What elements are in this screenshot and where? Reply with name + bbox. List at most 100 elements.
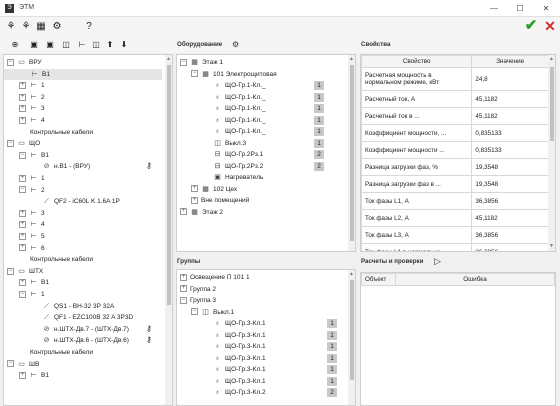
tree-item[interactable]: + ⊢ 1 xyxy=(4,80,162,91)
expand-icon[interactable]: + xyxy=(19,232,26,240)
scrollbar-thumb[interactable] xyxy=(350,280,354,380)
tree-item[interactable]: ⊘ н.В1 - (ВРУ) xyxy=(4,161,162,172)
expand-icon[interactable]: + xyxy=(191,196,198,204)
collapse-icon[interactable]: − xyxy=(7,360,14,368)
property-row[interactable]: Разница загрузки фаз в ... 19,3548 xyxy=(361,175,549,193)
confirm-check-icon[interactable]: ✔ xyxy=(524,18,538,33)
collapse-icon[interactable]: − xyxy=(19,151,26,159)
scroll-up-arrow-icon[interactable]: ▲ xyxy=(348,270,355,278)
tree-item[interactable]: ⊘ н.ШТХ-Дв.6 - (ШТХ-Дв.6) xyxy=(4,335,162,346)
collapse-icon[interactable]: − xyxy=(180,296,187,304)
property-column-header[interactable]: Свойство xyxy=(361,55,473,68)
tree-item[interactable]: + ⊢ 4 xyxy=(4,219,162,230)
move-up-icon[interactable]: ⬆ xyxy=(104,39,116,51)
equipment-scrollbar[interactable]: ▲ xyxy=(348,55,355,251)
scroll-up-arrow-icon[interactable]: ▲ xyxy=(348,55,355,63)
add-panel-icon[interactable]: ▣ xyxy=(28,39,40,51)
expand-icon[interactable]: + xyxy=(180,285,187,293)
expand-icon[interactable]: + xyxy=(19,221,26,229)
tree-item[interactable]: − ▭ ЩО xyxy=(4,138,162,149)
scrollbar-thumb[interactable] xyxy=(550,67,554,141)
tree-item[interactable]: + ⊢ 3 xyxy=(4,208,162,219)
tree-item[interactable]: + ⊢ 5 xyxy=(4,231,162,242)
tree-item[interactable]: ⟋ QF1 - EZC100B 32 A 3P3D xyxy=(4,312,162,323)
tree-item[interactable]: ⊢ В1 xyxy=(4,68,162,80)
property-value[interactable]: 45,1182 xyxy=(471,209,549,227)
expand-icon[interactable]: + xyxy=(19,371,26,379)
object-column-header[interactable]: Объект xyxy=(361,273,396,286)
collapse-icon[interactable]: − xyxy=(191,308,198,316)
collapse-icon[interactable]: − xyxy=(191,70,198,78)
tree-item[interactable]: + Вне помещений xyxy=(177,195,345,206)
collapse-icon[interactable]: − xyxy=(7,139,14,147)
tree-item[interactable]: + ⊢ В1 xyxy=(4,370,162,381)
expand-icon[interactable]: + xyxy=(19,116,26,124)
tree-item[interactable]: Контрольные кабели xyxy=(4,254,162,265)
property-row[interactable]: Ток фазы L2, А 45,1182 xyxy=(361,209,549,227)
add-feeder-icon[interactable]: ⊢ xyxy=(76,39,88,51)
tree-item[interactable]: + ⊢ 1 xyxy=(4,173,162,184)
property-row[interactable]: Расчетный ток, А 45,1182 xyxy=(361,90,549,108)
expand-icon[interactable]: + xyxy=(19,279,26,287)
collapse-icon[interactable]: − xyxy=(7,267,14,275)
tree-item[interactable]: ♁ ЩО-Гр.3-Кл.2 xyxy=(177,387,345,398)
properties-scrollbar[interactable]: ▲ ▼ xyxy=(548,55,555,251)
expand-icon[interactable]: + xyxy=(19,81,26,89)
add-section-icon[interactable]: ▣ xyxy=(44,39,56,51)
tree-item[interactable]: − ▭ ШТХ xyxy=(4,266,162,277)
property-value[interactable]: 19,3548 xyxy=(471,158,549,176)
tree-item[interactable]: Контрольные кабели xyxy=(4,347,162,358)
cancel-x-icon[interactable]: ✕ xyxy=(543,19,557,33)
close-window-button[interactable]: ✕ xyxy=(536,2,556,15)
property-value[interactable]: 0,835133 xyxy=(471,141,549,159)
run-calc-play-icon[interactable]: ▷ xyxy=(434,256,441,267)
cable-link-icon[interactable]: ⚷ xyxy=(146,335,152,344)
property-value[interactable]: 36,3856 xyxy=(471,243,549,251)
tree-item[interactable]: + ⊢ 2 xyxy=(4,92,162,103)
left-tree-scrollbar[interactable]: ▲ xyxy=(165,55,172,405)
expand-icon[interactable]: + xyxy=(180,208,187,216)
tree-item[interactable]: − ▭ ВРУ xyxy=(4,57,162,68)
scroll-up-arrow-icon[interactable]: ▲ xyxy=(548,55,555,63)
tree-item[interactable]: ♁ ЩО-Гр.3-Кл.1 xyxy=(177,318,345,329)
tree-item[interactable]: − ▭ ШВ xyxy=(4,359,162,370)
add-node-icon[interactable]: ⊕ xyxy=(9,39,21,51)
collapse-icon[interactable]: − xyxy=(19,186,26,194)
collapse-icon[interactable]: − xyxy=(180,58,187,66)
expand-icon[interactable]: + xyxy=(191,185,198,193)
move-down-icon[interactable]: ⬇ xyxy=(118,39,130,51)
help-icon[interactable]: ? xyxy=(82,20,96,34)
property-row[interactable]: Коэффициент мощности, ... 0,835133 xyxy=(361,124,549,142)
property-row[interactable]: Ток фазы L3, А 36,3856 xyxy=(361,226,549,244)
settings-gear-icon[interactable]: ⚙ xyxy=(50,20,64,34)
expand-icon[interactable]: + xyxy=(19,93,26,101)
tree-item[interactable]: Контрольные кабели xyxy=(4,127,162,138)
tree-item[interactable]: + ▦ 102 Цех xyxy=(177,184,345,195)
catalog-icon[interactable]: ▦ xyxy=(34,20,48,34)
tree-item[interactable]: − Группа 3 xyxy=(177,295,345,306)
tree-item[interactable]: − ▦ 101 Электрощитовая xyxy=(177,69,345,80)
tree-item[interactable]: + ▦ Этаж 2 xyxy=(177,207,345,218)
scroll-up-arrow-icon[interactable]: ▲ xyxy=(165,55,172,63)
expand-icon[interactable]: + xyxy=(19,244,26,252)
scroll-down-arrow-icon[interactable]: ▼ xyxy=(548,242,555,250)
tree-item[interactable]: ♁ ЩО-Гр.3-Кл.1 xyxy=(177,341,345,352)
property-row[interactable]: Расчетный ток в ... 45,1182 xyxy=(361,107,549,125)
expand-icon[interactable]: + xyxy=(19,174,26,182)
property-value[interactable]: 36,3856 xyxy=(471,192,549,210)
property-row[interactable]: Коэффициент мощности ... 0,835133 xyxy=(361,141,549,159)
cable-link-icon[interactable]: ⚷ xyxy=(146,161,152,170)
tree-item[interactable]: ▣ Нагреватель xyxy=(177,172,345,183)
tree-item[interactable]: ♁ ЩО-Гр.3-Кл.1 xyxy=(177,353,345,364)
property-value[interactable]: 0,835133 xyxy=(471,124,549,142)
property-row[interactable]: Разница загрузки фаз, % 19,3548 xyxy=(361,158,549,176)
tree-item[interactable]: − ▦ Этаж 1 xyxy=(177,57,345,68)
property-value[interactable]: 45,1182 xyxy=(471,90,549,108)
groups-scrollbar[interactable]: ▲ xyxy=(348,270,355,405)
tree-item[interactable]: − ⊢ 2 xyxy=(4,185,162,196)
tree-item[interactable]: + ⊢ 4 xyxy=(4,115,162,126)
expand-icon[interactable]: + xyxy=(19,209,26,217)
tree-item[interactable]: + ⊢ 6 xyxy=(4,243,162,254)
minimize-button[interactable]: — xyxy=(484,2,504,15)
scheme-tool-icon[interactable]: ⚘ xyxy=(4,20,18,34)
